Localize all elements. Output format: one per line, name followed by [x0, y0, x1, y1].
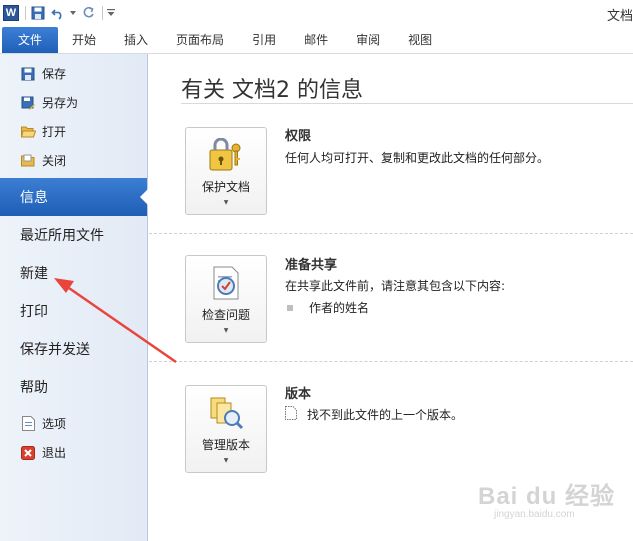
permissions-description: 任何人均可打开、复制和更改此文档的任何部分。 — [285, 151, 550, 165]
nav-open[interactable]: 打开 — [0, 117, 147, 146]
quick-access-toolbar: W — [0, 0, 118, 26]
prepare-sharing-description: 在共享此文件前，请注意其包含以下内容: — [285, 279, 506, 293]
manage-versions-icon — [208, 396, 244, 430]
protect-document-label: 保护文档 — [201, 180, 250, 194]
nav-close[interactable]: 关闭 — [0, 146, 147, 175]
customize-qat-icon[interactable] — [106, 4, 116, 22]
nav-open-label: 打开 — [42, 125, 67, 139]
tab-file[interactable]: 文件 — [2, 27, 59, 53]
save-icon — [20, 66, 36, 82]
tab-references[interactable]: 引用 — [238, 27, 290, 53]
nav-save-as-label: 另存为 — [42, 96, 79, 110]
nav-close-label: 关闭 — [42, 154, 67, 168]
redo-icon[interactable] — [79, 4, 97, 22]
save-icon[interactable] — [29, 4, 47, 22]
qat-separator — [102, 6, 103, 20]
section-divider — [149, 233, 633, 234]
save-as-icon — [20, 95, 36, 111]
close-folder-icon — [20, 153, 36, 169]
tab-review[interactable]: 审阅 — [342, 27, 394, 53]
undo-icon[interactable] — [49, 4, 67, 22]
exit-icon — [20, 445, 36, 461]
title-divider — [181, 103, 633, 104]
tab-home[interactable]: 开始 — [58, 27, 110, 53]
versions-heading: 版本 — [285, 387, 312, 402]
open-folder-icon — [20, 124, 36, 140]
tab-insert[interactable]: 插入 — [110, 27, 162, 53]
check-issues-label: 检查问题 — [201, 308, 250, 322]
options-icon — [20, 416, 36, 432]
no-versions-text: 找不到此文件的上一个版本。 — [307, 408, 464, 422]
nav-options[interactable]: 选项 — [0, 409, 147, 438]
lock-keys-icon — [208, 138, 244, 172]
nav-save-as[interactable]: 另存为 — [0, 88, 147, 117]
inspect-document-icon — [208, 266, 244, 300]
nav-exit[interactable]: 退出 — [0, 438, 147, 467]
nav-save[interactable]: 保存 — [0, 59, 147, 88]
permissions-heading: 权限 — [285, 129, 312, 144]
window-title: 文档 — [606, 9, 633, 24]
no-versions-item: 找不到此文件的上一个版本。 — [285, 406, 463, 423]
backstage-nav: 保存 另存为 打开 关闭 信息 最近所用文件 新建 打印 保存并发送 帮助 选项… — [0, 54, 148, 541]
protect-document-button[interactable]: 保护文档 ▼ — [185, 127, 267, 215]
manage-versions-label: 管理版本 — [201, 438, 250, 452]
chevron-down-icon: ▼ — [223, 457, 229, 464]
info-pane: 有关 文档2 的信息 保护文档 ▼ 权限 任何人均可打开、复制和更改此文档的任何… — [149, 54, 633, 541]
section-divider — [149, 361, 633, 362]
title-bar: W 文档 — [0, 0, 633, 26]
author-name-text: 作者的姓名 — [309, 301, 370, 315]
nav-print[interactable]: 打印 — [0, 292, 147, 330]
manage-versions-button[interactable]: 管理版本 ▼ — [185, 385, 267, 473]
nav-save-send[interactable]: 保存并发送 — [0, 330, 147, 368]
nav-save-label: 保存 — [42, 67, 67, 81]
watermark-main: Bai du 经验 — [478, 483, 616, 510]
nav-help[interactable]: 帮助 — [0, 368, 147, 406]
check-issues-button[interactable]: 检查问题 ▼ — [185, 255, 267, 343]
chevron-down-icon: ▼ — [223, 327, 229, 334]
tab-page-layout[interactable]: 页面布局 — [162, 27, 238, 53]
nav-options-label: 选项 — [42, 417, 67, 431]
baidu-watermark: Bai du 经验 jingyan.baidu.com — [478, 476, 615, 520]
chevron-down-icon: ▼ — [223, 199, 229, 206]
word-app-icon[interactable]: W — [2, 4, 20, 22]
nav-info[interactable]: 信息 — [0, 178, 148, 216]
nav-new[interactable]: 新建 — [0, 254, 147, 292]
nav-exit-label: 退出 — [42, 446, 67, 460]
ribbon-tab-bar: 文件 开始 插入 页面布局 引用 邮件 审阅 视图 — [0, 26, 633, 54]
undo-dropdown-icon[interactable] — [69, 4, 77, 22]
qat-separator — [25, 6, 26, 20]
author-name-item: 作者的姓名 — [287, 299, 369, 316]
nav-recent[interactable]: 最近所用文件 — [0, 216, 147, 254]
tab-view[interactable]: 视图 — [394, 27, 446, 53]
prepare-sharing-heading: 准备共享 — [285, 258, 338, 273]
page-title: 有关 文档2 的信息 — [181, 78, 363, 103]
document-version-icon — [285, 406, 297, 423]
tab-mailings[interactable]: 邮件 — [290, 27, 342, 53]
bullet-square — [287, 304, 293, 311]
